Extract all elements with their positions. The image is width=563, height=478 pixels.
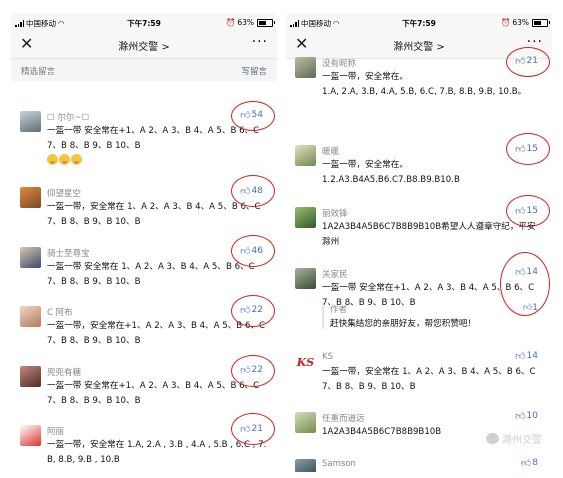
reply-text: 赶快集结您的亲朋好友，帮您积赞吧！ (330, 319, 477, 329)
highlight-circle (231, 235, 275, 267)
commenter-name[interactable]: 兜兜有糖 (47, 366, 81, 378)
comment-text: 一盔一带，安全常在 1、A 2、A 3、B 4、A 5、B 6、C 7、B 8、… (322, 367, 539, 392)
avatar[interactable]: KS (295, 352, 316, 373)
watermark-label: 滁州交警 (502, 435, 542, 446)
commenter-name[interactable]: 仰望星空 (47, 187, 81, 199)
section-header: 精选留言 写留言 (11, 59, 277, 81)
like-button[interactable]: 👍︎ 8 (521, 457, 538, 469)
avatar[interactable] (20, 306, 41, 327)
commenter-name[interactable]: ☐ 尔尔~☐ (47, 111, 89, 123)
battery-icon (257, 18, 275, 27)
avatar[interactable] (295, 459, 316, 472)
emoji-icon (59, 154, 70, 165)
alarm-icon: ⏰ (225, 18, 236, 27)
emoji-icon (47, 154, 58, 165)
highlight-circle (506, 195, 550, 227)
wechat-icon (486, 433, 499, 444)
avatar[interactable] (295, 412, 316, 433)
watermark: 滁州交警 (486, 431, 542, 446)
highlight-circle (231, 101, 275, 131)
comment-text: 一盔一带，安全常在。 1.A, 2.A, 3.B, 4.A, 5.B, 6.C,… (322, 72, 527, 97)
commenter-name[interactable]: 丽效锋 (322, 207, 348, 219)
comment-text: 一盔一带 安全常在+1、A 2、A 3、B 4、A 5、B 6、C 7、B 8、… (47, 381, 262, 406)
highlight-circle (231, 413, 275, 445)
avatar[interactable] (20, 187, 41, 208)
highlight-circle (231, 295, 275, 327)
like-count: 10 (526, 411, 538, 421)
page-title[interactable]: 滁州交警 > (11, 38, 277, 53)
avatar[interactable] (295, 207, 316, 228)
commenter-name[interactable]: 暖暖 (322, 145, 339, 157)
avatar[interactable] (20, 366, 41, 387)
avatar[interactable] (295, 268, 316, 289)
battery-percent: 63% (512, 18, 529, 27)
battery-icon (532, 18, 550, 27)
avatar[interactable] (20, 425, 41, 446)
comments-panel: 没有昵称 👍︎ 21 一盔一带，安全常在。 1.A, 2.A, 3.B, 4.A,… (286, 47, 552, 472)
thumbs-up-icon: 👍︎ (515, 351, 526, 362)
commenter-name[interactable]: 阿丽 (47, 425, 64, 437)
nav-bar: ✕ 滁州交警 > ··· (11, 32, 277, 59)
like-count: 14 (526, 351, 538, 361)
battery-percent: 63% (237, 18, 254, 27)
write-comment-link[interactable]: 写留言 (241, 65, 267, 77)
comment-text: 一盔一带，安全常在。 1.2.A3.B4A5.B6.C7.B8.B9.B10.B (322, 160, 460, 185)
avatar[interactable] (20, 111, 41, 132)
like-button[interactable]: 👍︎ 14 (515, 350, 538, 362)
commenter-name[interactable]: Samson (322, 459, 356, 469)
thumbs-up-icon: 👍︎ (520, 458, 532, 469)
comment-text: 1A2A3B4A5B6C7B8B9B10B希望人人遵章守纪，平安滁州 (322, 222, 536, 247)
highlight-circle (231, 355, 275, 387)
highlight-circle (500, 252, 550, 316)
commenter-name[interactable]: 骑士至尊宝 (47, 247, 90, 259)
comment-text: 一盔一带 安全常在+1、A 2、A 3、B 4、A 5、B 6、C 7、B 8、… (47, 124, 267, 168)
right-screen: 中国移动 ◠ 下午7:59 ⏰ 63% ✕ 滁州交警 > ··· 没有昵称 👍︎… (286, 14, 552, 472)
highlight-circle (506, 47, 550, 77)
commenter-name[interactable]: C 阿布 (47, 306, 73, 318)
left-screen: 中国移动 ◠ 下午7:59 ⏰ 63% ✕ 滁州交警 > ··· 精选留言 写留… (11, 14, 277, 472)
emoji-icon (71, 154, 82, 165)
comment-text: 一盔一带，安全常在 1、A 2、A 3、B 4、A 5、B 6、C 7、B 8、… (47, 202, 264, 227)
thumbs-up-icon: 👍︎ (515, 411, 526, 422)
comment-text: 一盔一带，安全常在+1、A 2、A 3、B 4、A 5、B 6、C 7、B 8、… (47, 321, 268, 346)
highlight-circle (506, 133, 550, 165)
avatar[interactable] (295, 57, 316, 78)
comment-text: 一盔一带 安全常在 1、A 2、A 3、B 4、A 5、B 6、C 7、B 8、… (47, 262, 258, 287)
like-count: 8 (532, 458, 538, 468)
comment-text: 一盔一带，安全常在 1.A, 2.A , 3.B , 4.A , 5.B , 6… (47, 440, 267, 465)
status-bar: 中国移动 ◠ 下午7:59 ⏰ 63% (286, 14, 552, 32)
avatar[interactable] (20, 247, 41, 268)
commenter-name[interactable]: 关家民 (322, 268, 348, 280)
status-bar: 中国移动 ◠ 下午7:59 ⏰ 63% (11, 14, 277, 32)
commenter-name[interactable]: KS (322, 352, 333, 362)
comments-panel: 精选留言 写留言 ☐ 尔尔~☐ 👍︎ 54 一盔一带 安全常在+1、A 2、A 3… (11, 59, 277, 472)
like-button[interactable]: 👍︎ 10 (515, 410, 538, 422)
alarm-icon: ⏰ (500, 18, 511, 27)
avatar[interactable] (295, 145, 316, 166)
highlight-circle (231, 175, 275, 207)
commenter-name[interactable]: 任重而道远 (322, 412, 365, 424)
commenter-name[interactable]: 没有昵称 (322, 57, 356, 69)
more-button[interactable]: ··· (252, 33, 268, 51)
section-title: 精选留言 (21, 67, 56, 77)
